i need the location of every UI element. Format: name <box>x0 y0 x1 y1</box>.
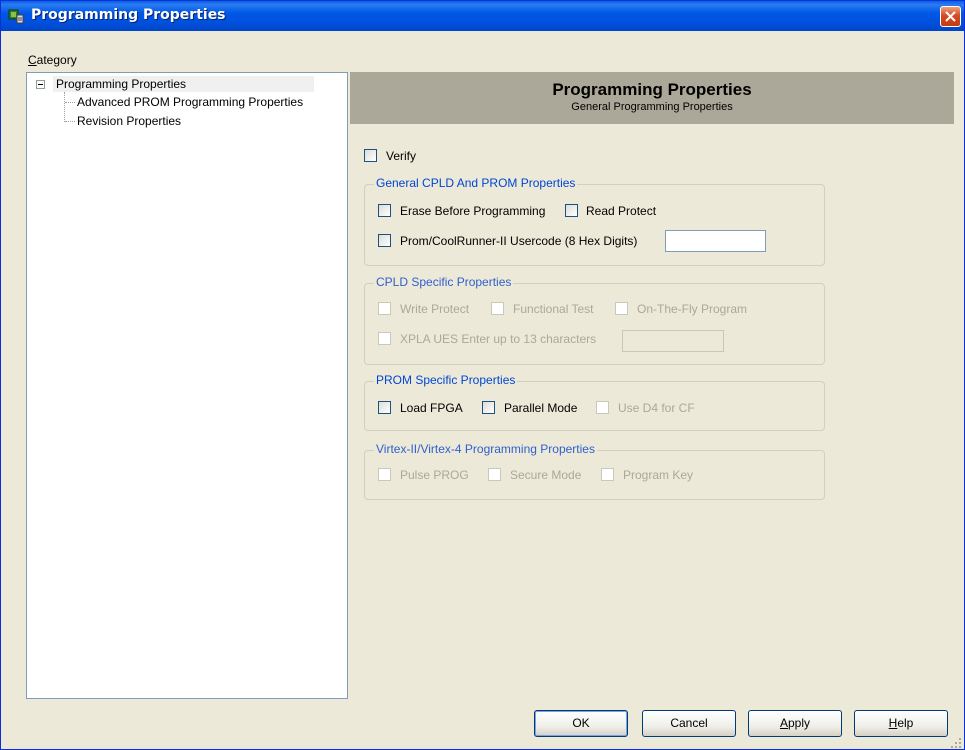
cpld-properties-group <box>364 283 825 365</box>
write-protect-label: Write Protect <box>400 302 470 316</box>
usercode-label: Prom/CoolRunner-II Usercode (8 Hex Digit… <box>400 234 638 248</box>
load-fpga-label: Load FPGA <box>400 401 463 415</box>
usercode-checkbox[interactable] <box>378 234 391 247</box>
properties-header: Programming Properties General Programmi… <box>350 72 954 124</box>
close-button[interactable] <box>940 6 961 27</box>
app-icon <box>8 8 24 24</box>
functional-test-checkbox[interactable] <box>491 302 504 315</box>
tree-item-programming-properties[interactable]: Programming Properties <box>53 76 314 92</box>
pulse-prog-label: Pulse PROG <box>400 468 469 482</box>
pulse-prog-checkbox[interactable] <box>378 468 391 481</box>
tree-connector <box>65 102 75 103</box>
verify-label: Verify <box>386 149 417 163</box>
load-fpga-checkbox[interactable] <box>378 401 391 414</box>
resize-grip-icon[interactable] <box>950 737 962 749</box>
category-label: Category <box>28 53 77 67</box>
title-bar[interactable]: Programming Properties <box>1 1 964 31</box>
verify-checkbox[interactable] <box>364 149 377 162</box>
xpla-ues-label: XPLA UES Enter up to 13 characters <box>400 332 597 346</box>
functional-test-label: Functional Test <box>513 302 594 316</box>
erase-before-programming-label: Erase Before Programming <box>400 204 546 218</box>
parallel-mode-label: Parallel Mode <box>504 401 578 415</box>
ok-button[interactable]: OK <box>534 710 628 737</box>
close-icon <box>945 11 956 22</box>
header-title: Programming Properties <box>552 80 752 99</box>
prom-group-title: PROM Specific Properties <box>374 373 518 387</box>
read-protect-checkbox[interactable] <box>565 204 578 217</box>
general-properties-group <box>364 184 825 266</box>
use-d4-checkbox[interactable] <box>596 401 609 414</box>
help-button[interactable]: Help <box>854 710 948 737</box>
general-group-title: General CPLD And PROM Properties <box>374 176 578 190</box>
xpla-ues-checkbox[interactable] <box>378 332 391 345</box>
program-key-label: Program Key <box>623 468 694 482</box>
secure-mode-checkbox[interactable] <box>488 468 501 481</box>
write-protect-checkbox[interactable] <box>378 302 391 315</box>
dialog-window: Programming Properties Category Programm… <box>0 0 965 750</box>
use-d4-label: Use D4 for CF <box>618 401 695 415</box>
window-title: Programming Properties <box>31 7 226 23</box>
apply-button[interactable]: Apply <box>748 710 842 737</box>
cancel-button[interactable]: Cancel <box>642 710 736 737</box>
category-tree[interactable]: Programming Properties Advanced PROM Pro… <box>26 72 348 699</box>
tree-connector <box>64 92 65 122</box>
virtex-group-title: Virtex-II/Virtex-4 Programming Propertie… <box>374 442 597 456</box>
xpla-ues-input[interactable] <box>622 330 724 352</box>
on-the-fly-label: On-The-Fly Program <box>637 302 748 316</box>
cpld-group-title: CPLD Specific Properties <box>374 275 514 289</box>
on-the-fly-checkbox[interactable] <box>615 302 628 315</box>
tree-connector <box>65 121 75 122</box>
erase-before-programming-checkbox[interactable] <box>378 204 391 217</box>
tree-item-advanced-prom[interactable]: Advanced PROM Programming Properties <box>77 94 303 110</box>
tree-item-revision[interactable]: Revision Properties <box>77 113 181 129</box>
read-protect-label: Read Protect <box>586 204 657 218</box>
secure-mode-label: Secure Mode <box>510 468 582 482</box>
collapse-icon[interactable] <box>36 80 45 89</box>
header-subtitle: General Programming Properties <box>571 101 733 113</box>
usercode-input[interactable] <box>665 230 766 252</box>
parallel-mode-checkbox[interactable] <box>482 401 495 414</box>
program-key-checkbox[interactable] <box>601 468 614 481</box>
